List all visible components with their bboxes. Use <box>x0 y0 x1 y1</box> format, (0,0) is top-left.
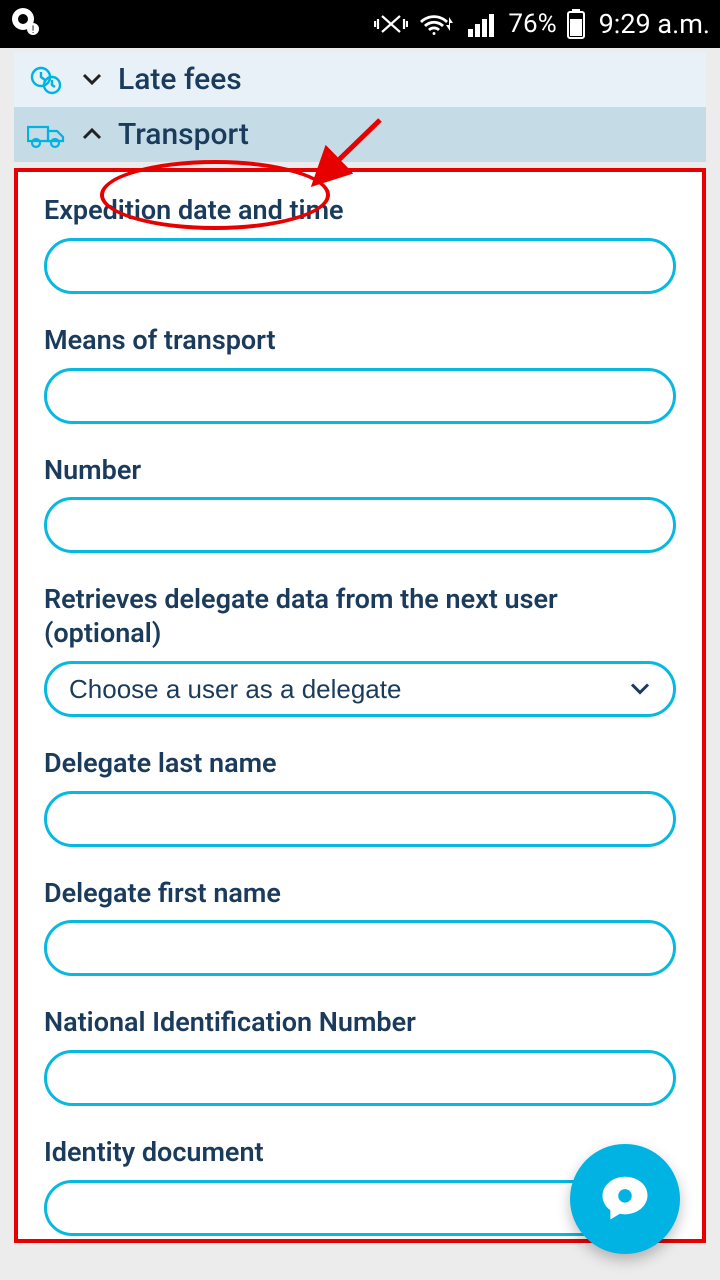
chevron-down-icon <box>80 67 104 92</box>
nin-input[interactable] <box>44 1050 676 1106</box>
chat-fab-button[interactable] <box>570 1144 680 1254</box>
svg-text:!: ! <box>32 25 35 36</box>
cell-signal-icon <box>468 11 498 37</box>
delegate-first-name-input[interactable] <box>44 920 676 976</box>
status-clock: 9:29 a.m. <box>599 8 710 40</box>
delegate-lookup-select[interactable]: Choose a user as a delegate <box>44 661 676 717</box>
chat-bubble-icon <box>598 1170 652 1228</box>
truck-icon <box>26 121 66 149</box>
number-input[interactable] <box>44 497 676 553</box>
expedition-date-label: Expedition date and time <box>44 194 676 228</box>
vibrate-silent-icon <box>374 10 408 38</box>
delegate-last-name-input[interactable] <box>44 791 676 847</box>
transport-form-panel: Expedition date and time Means of transp… <box>14 168 706 1243</box>
number-label: Number <box>44 454 676 488</box>
expedition-date-input[interactable] <box>44 238 676 294</box>
accordion-late-fees-label: Late fees <box>118 62 242 97</box>
accordion-transport-label: Transport <box>118 117 249 152</box>
means-of-transport-label: Means of transport <box>44 324 676 358</box>
accordion-transport[interactable]: Transport <box>14 107 706 162</box>
android-status-bar: ! 76% 9:29 a.m. <box>0 0 720 48</box>
delegate-last-name-label: Delegate last name <box>44 747 676 781</box>
accordion-late-fees[interactable]: Late fees <box>14 52 706 107</box>
battery-icon <box>567 9 585 39</box>
nin-label: National Identification Number <box>44 1006 676 1040</box>
delegate-first-name-label: Delegate first name <box>44 877 676 911</box>
delegate-lookup-label: Retrieves delegate data from the next us… <box>44 583 676 651</box>
chevron-up-icon <box>80 122 104 147</box>
means-of-transport-input[interactable] <box>44 368 676 424</box>
late-fees-icon <box>26 63 66 97</box>
wifi-icon <box>418 11 458 37</box>
app-badge-icon: ! <box>10 6 40 43</box>
battery-percent: 76% <box>508 9 556 39</box>
